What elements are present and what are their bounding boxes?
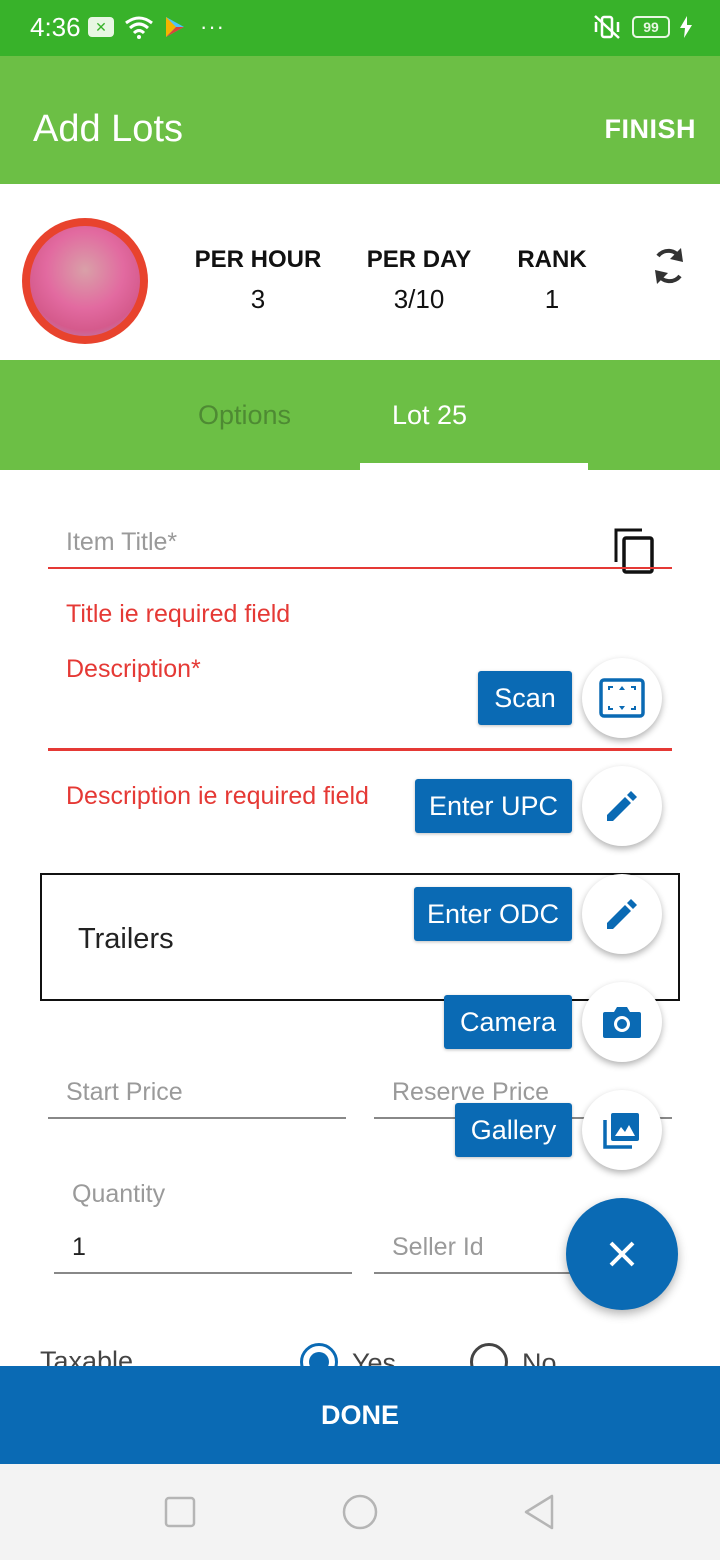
description-input[interactable]: Description* xyxy=(66,655,201,684)
camera-icon xyxy=(603,1007,641,1038)
avatar[interactable] xyxy=(22,218,148,344)
stat-rank-label: RANK xyxy=(517,246,587,273)
charging-icon xyxy=(680,16,692,38)
start-price-input[interactable]: Start Price xyxy=(66,1078,183,1107)
stat-per-day-value: 3/10 xyxy=(393,284,445,314)
battery-icon: 99 xyxy=(632,16,670,38)
system-nav-bar xyxy=(0,1464,720,1560)
seller-id-input[interactable]: Seller Id xyxy=(392,1233,484,1262)
pencil-icon xyxy=(607,791,637,821)
description-underline xyxy=(48,748,672,751)
tab-lot[interactable]: Lot 25 xyxy=(392,400,467,431)
enter-odc-button[interactable] xyxy=(582,874,662,954)
quantity-underline xyxy=(54,1272,352,1274)
tab-options[interactable]: Options xyxy=(198,400,291,431)
stat-per-hour-value: 3 xyxy=(250,284,266,314)
refresh-icon[interactable] xyxy=(650,246,688,286)
notification-x-icon: ✕ xyxy=(88,17,114,37)
back-icon[interactable] xyxy=(522,1493,556,1531)
status-time: 4:36 xyxy=(30,12,81,42)
status-system-icons: 99 xyxy=(592,14,692,40)
image-icon xyxy=(603,1113,639,1149)
scan-icon xyxy=(599,678,645,718)
scan-button[interactable] xyxy=(582,658,662,738)
status-notification-icons: ✕ ··· xyxy=(88,14,225,40)
category-select[interactable]: Trailers xyxy=(40,873,680,1001)
stat-per-hour: PER HOUR 3 xyxy=(192,246,324,315)
stat-rank: RANK 1 xyxy=(512,246,592,315)
finish-button[interactable]: FINISH xyxy=(604,114,696,145)
item-title-underline xyxy=(48,567,672,569)
home-icon[interactable] xyxy=(341,1493,379,1531)
wifi-icon xyxy=(125,16,153,39)
seller-id-underline xyxy=(374,1272,570,1274)
status-overflow: ··· xyxy=(200,14,225,39)
quantity-label: Quantity xyxy=(72,1180,166,1208)
pencil-icon xyxy=(607,899,637,929)
quantity-input[interactable]: 1 xyxy=(72,1233,86,1262)
stat-per-hour-label: PER HOUR xyxy=(194,246,322,273)
enter-odc-label-button[interactable]: Enter ODC xyxy=(414,887,572,941)
tab-indicator xyxy=(360,463,588,470)
page-title: Add Lots xyxy=(33,108,183,150)
camera-label-button[interactable]: Camera xyxy=(444,995,572,1049)
app-bar: Add Lots FINISH xyxy=(0,56,720,184)
stat-per-day-label: PER DAY xyxy=(366,246,472,273)
category-value: Trailers xyxy=(78,923,174,955)
close-fab-button[interactable] xyxy=(566,1198,678,1310)
gallery-label-button[interactable]: Gallery xyxy=(455,1103,572,1157)
tab-bar: Options Lot 25 xyxy=(0,360,720,470)
item-title-input[interactable]: Item Title* xyxy=(66,528,177,557)
stats-panel: PER HOUR 3 PER DAY 3/10 RANK 1 xyxy=(0,184,720,360)
close-icon xyxy=(609,1241,635,1267)
vibrate-icon xyxy=(594,15,620,39)
gallery-button[interactable] xyxy=(582,1090,662,1170)
description-error: Description ie required field xyxy=(66,782,369,810)
camera-button[interactable] xyxy=(582,982,662,1062)
enter-upc-label-button[interactable]: Enter UPC xyxy=(415,779,572,833)
recents-icon[interactable] xyxy=(164,1496,196,1528)
stat-rank-value: 1 xyxy=(544,284,560,314)
play-store-icon xyxy=(166,17,184,37)
item-title-error: Title ie required field xyxy=(66,600,291,628)
stat-per-day: PER DAY 3/10 xyxy=(362,246,476,315)
status-bar: 4:36 ✕ ··· 99 xyxy=(0,0,720,56)
start-price-underline xyxy=(48,1117,346,1119)
scan-label-button[interactable]: Scan xyxy=(478,671,572,725)
enter-upc-button[interactable] xyxy=(582,766,662,846)
done-button[interactable]: DONE xyxy=(0,1366,720,1464)
